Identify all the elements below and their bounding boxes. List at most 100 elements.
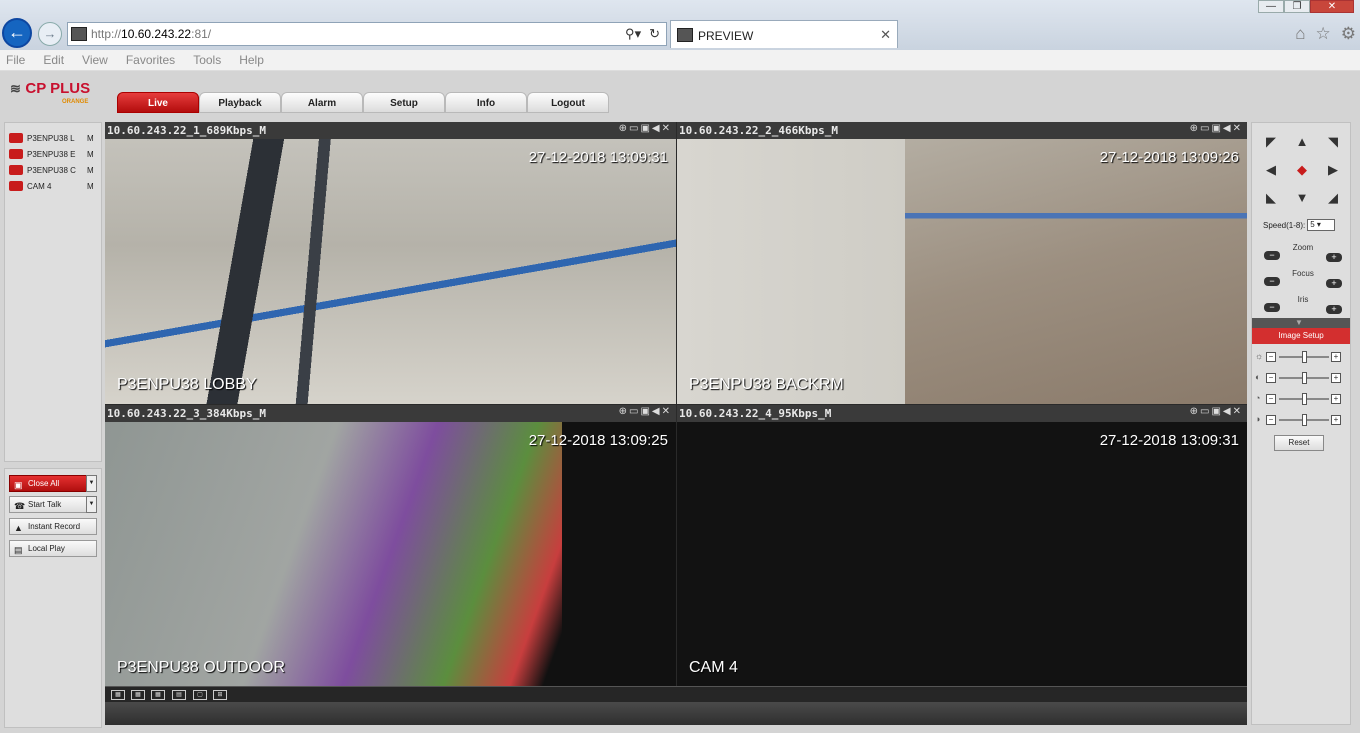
audio-icon[interactable]: ◀ bbox=[1223, 123, 1233, 134]
record-icon[interactable]: ▭ bbox=[1200, 123, 1211, 134]
refresh-icon[interactable]: ↻ bbox=[649, 26, 660, 42]
zoom-icon[interactable]: ⊕ bbox=[619, 406, 629, 417]
home-icon[interactable]: ⌂ bbox=[1295, 24, 1305, 44]
saturation-knob[interactable] bbox=[1302, 393, 1307, 405]
start-talk-button[interactable]: ☎ Start Talk ▼ bbox=[9, 496, 97, 513]
settings-gear-icon[interactable]: ⚙ bbox=[1341, 24, 1356, 44]
ptz-left-icon[interactable]: ◀ bbox=[1260, 159, 1282, 181]
saturation-minus-button[interactable]: − bbox=[1266, 394, 1276, 404]
tab-setup[interactable]: Setup bbox=[363, 92, 445, 113]
start-talk-dropdown-icon[interactable]: ▼ bbox=[86, 496, 97, 513]
close-window-button[interactable]: ✕ bbox=[1310, 0, 1354, 13]
zoom-out-button[interactable]: − bbox=[1264, 251, 1280, 260]
contrast-knob[interactable] bbox=[1302, 372, 1307, 384]
video-tile[interactable]: 10.60.243.22_4_95Kbps_M ⊕▭▣◀✕ 27-12-2018… bbox=[677, 405, 1247, 687]
menu-favorites[interactable]: Favorites bbox=[126, 50, 175, 70]
brightness-track[interactable] bbox=[1279, 351, 1329, 363]
snapshot-icon[interactable]: ▣ bbox=[640, 123, 651, 134]
close-tile-icon[interactable]: ✕ bbox=[1233, 406, 1243, 417]
camera-list-item[interactable]: P3ENPU38 E M bbox=[9, 147, 99, 161]
focus-minus-button[interactable]: − bbox=[1264, 277, 1280, 286]
zoom-icon[interactable]: ⊕ bbox=[1190, 406, 1200, 417]
contrast-minus-button[interactable]: − bbox=[1266, 373, 1276, 383]
brightness-knob[interactable] bbox=[1302, 351, 1307, 363]
video-tile[interactable]: 10.60.243.22_3_384Kbps_M ⊕▭▣◀✕ 27-12-201… bbox=[105, 405, 676, 687]
close-tab-icon[interactable]: ✕ bbox=[880, 27, 891, 43]
audio-icon[interactable]: ◀ bbox=[652, 406, 662, 417]
back-button[interactable]: ← bbox=[2, 18, 32, 48]
ptz-center-icon[interactable]: ◆ bbox=[1291, 159, 1313, 181]
video-tile[interactable]: 10.60.243.22_2_466Kbps_M ⊕▭▣◀✕ 27-12-201… bbox=[677, 122, 1247, 404]
search-icon[interactable]: ⚲▾ bbox=[625, 26, 641, 42]
tab-info[interactable]: Info bbox=[445, 92, 527, 113]
record-icon[interactable]: ▭ bbox=[629, 406, 640, 417]
contrast-plus-button[interactable]: + bbox=[1331, 373, 1341, 383]
brightness-plus-button[interactable]: + bbox=[1331, 352, 1341, 362]
saturation-plus-button[interactable]: + bbox=[1331, 394, 1341, 404]
contrast-track[interactable] bbox=[1279, 372, 1329, 384]
saturation-track[interactable] bbox=[1279, 393, 1329, 405]
tab-alarm[interactable]: Alarm bbox=[281, 92, 363, 113]
tab-logout[interactable]: Logout bbox=[527, 92, 609, 113]
restore-button[interactable]: ❐ bbox=[1284, 0, 1310, 13]
ptz-down-icon[interactable]: ▼ bbox=[1291, 187, 1313, 209]
layout-6-icon[interactable]: ▦ bbox=[151, 690, 165, 700]
ptz-up-icon[interactable]: ▲ bbox=[1291, 131, 1313, 153]
iris-minus-button[interactable]: − bbox=[1264, 303, 1280, 312]
local-play-button[interactable]: ▤ Local Play bbox=[9, 540, 97, 557]
browser-tab[interactable]: PREVIEW ✕ bbox=[670, 20, 898, 48]
snapshot-icon[interactable]: ▣ bbox=[640, 406, 651, 417]
panel-divider[interactable]: ▼ bbox=[1252, 318, 1350, 328]
layout-9-icon[interactable]: ▦ bbox=[131, 690, 145, 700]
ptz-up-left-icon[interactable]: ◤ bbox=[1260, 131, 1282, 153]
menu-help[interactable]: Help bbox=[239, 50, 264, 70]
hue-minus-button[interactable]: − bbox=[1266, 415, 1276, 425]
minimize-button[interactable]: — bbox=[1258, 0, 1284, 13]
reset-button[interactable]: Reset bbox=[1274, 435, 1324, 451]
ptz-right-icon[interactable]: ▶ bbox=[1322, 159, 1344, 181]
layout-4-icon[interactable]: ▤ bbox=[172, 690, 186, 700]
zoom-in-button[interactable]: + bbox=[1326, 253, 1342, 262]
close-tile-icon[interactable]: ✕ bbox=[1233, 123, 1243, 134]
layout-16-icon[interactable]: ▦ bbox=[111, 690, 125, 700]
brightness-minus-button[interactable]: − bbox=[1266, 352, 1276, 362]
hue-track[interactable] bbox=[1279, 414, 1329, 426]
instant-record-button[interactable]: ▲ Instant Record bbox=[9, 518, 97, 535]
video-tile[interactable]: 10.60.243.22_1_689Kbps_M ⊕▭▣◀✕ 27-12-201… bbox=[105, 122, 676, 404]
layout-1-icon[interactable]: ▢ bbox=[193, 690, 207, 700]
menu-edit[interactable]: Edit bbox=[43, 50, 64, 70]
favorites-star-icon[interactable]: ☆ bbox=[1316, 24, 1331, 44]
ptz-down-right-icon[interactable]: ◢ bbox=[1322, 187, 1344, 209]
address-bar[interactable]: http://10.60.243.22:81/ ⚲▾ ↻ bbox=[67, 22, 667, 46]
hue-plus-button[interactable]: + bbox=[1331, 415, 1341, 425]
audio-icon[interactable]: ◀ bbox=[1223, 406, 1233, 417]
snapshot-icon[interactable]: ▣ bbox=[1211, 406, 1222, 417]
forward-button[interactable]: → bbox=[38, 22, 62, 46]
close-all-button[interactable]: ▣ Close All ▼ bbox=[9, 475, 97, 492]
image-setup-header[interactable]: Image Setup bbox=[1252, 328, 1350, 344]
menu-view[interactable]: View bbox=[82, 50, 108, 70]
close-tile-icon[interactable]: ✕ bbox=[662, 123, 672, 134]
speed-select[interactable]: 5 ▾ bbox=[1307, 219, 1336, 231]
record-icon[interactable]: ▭ bbox=[1200, 406, 1211, 417]
fullscreen-icon[interactable]: ⊞ bbox=[213, 690, 227, 700]
camera-list-item[interactable]: P3ENPU38 C M bbox=[9, 163, 99, 177]
ptz-down-left-icon[interactable]: ◣ bbox=[1260, 187, 1282, 209]
tab-live[interactable]: Live bbox=[117, 92, 199, 113]
ptz-up-right-icon[interactable]: ◥ bbox=[1322, 131, 1344, 153]
audio-icon[interactable]: ◀ bbox=[652, 123, 662, 134]
menu-file[interactable]: File bbox=[6, 50, 25, 70]
close-tile-icon[interactable]: ✕ bbox=[662, 406, 672, 417]
zoom-icon[interactable]: ⊕ bbox=[1190, 123, 1200, 134]
hue-knob[interactable] bbox=[1302, 414, 1307, 426]
camera-list-item[interactable]: CAM 4 M bbox=[9, 179, 99, 193]
snapshot-icon[interactable]: ▣ bbox=[1211, 123, 1222, 134]
record-icon[interactable]: ▭ bbox=[629, 123, 640, 134]
focus-plus-button[interactable]: + bbox=[1326, 279, 1342, 288]
close-all-dropdown-icon[interactable]: ▼ bbox=[86, 475, 97, 492]
camera-list-item[interactable]: P3ENPU38 L M bbox=[9, 131, 99, 145]
menu-tools[interactable]: Tools bbox=[193, 50, 221, 70]
zoom-icon[interactable]: ⊕ bbox=[619, 123, 629, 134]
iris-plus-button[interactable]: + bbox=[1326, 305, 1342, 314]
tab-playback[interactable]: Playback bbox=[199, 92, 281, 113]
